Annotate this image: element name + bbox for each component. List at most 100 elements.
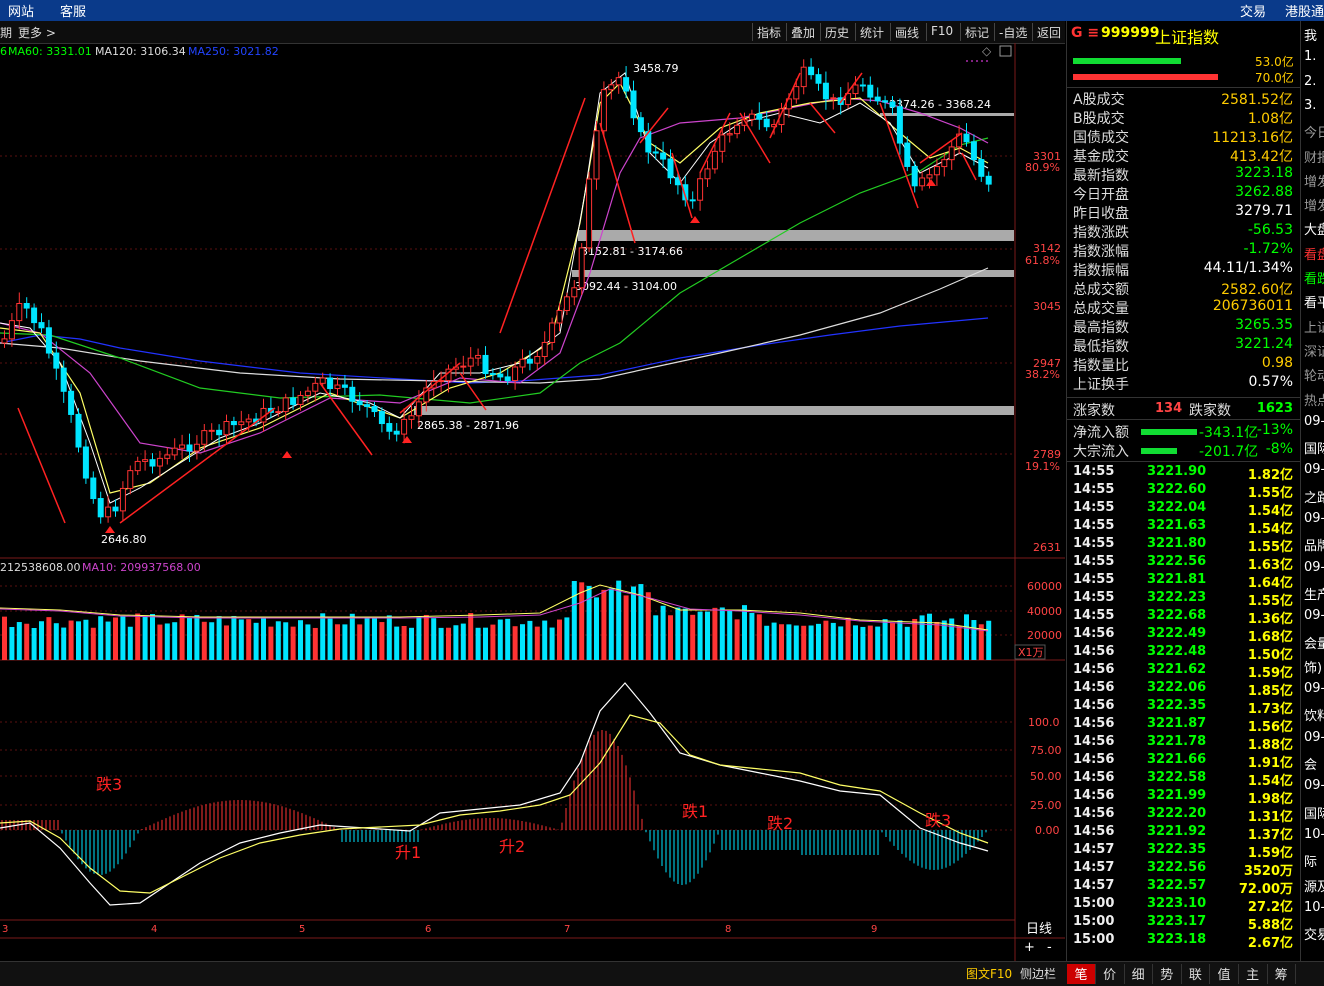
news-snippet[interactable]: 品牌 — [1304, 535, 1324, 554]
price-tick-pct: 38.2% — [1025, 368, 1060, 381]
draw-line-button[interactable]: 画线 — [890, 23, 923, 41]
volume-bar — [76, 621, 81, 660]
buy-power-bar — [1073, 58, 1181, 64]
volume-bar — [927, 613, 932, 660]
remove-watchlist-button[interactable]: -自选 — [994, 23, 1031, 41]
f10-text-button[interactable]: 图文F10 — [966, 965, 1012, 982]
news-snippet[interactable]: 热点 — [1304, 390, 1324, 409]
volume-bar — [312, 627, 318, 660]
news-snippet[interactable]: 3. — [1304, 98, 1316, 113]
news-snippet[interactable]: 09- — [1304, 778, 1324, 793]
vol-tick: 20000 — [1027, 629, 1062, 642]
macd-dif-line — [0, 682, 989, 906]
volume-bar — [764, 625, 770, 660]
zoom-out-button[interactable]: - — [1047, 940, 1052, 955]
kline-chart[interactable]: 6 MA60: 3331.01 MA120: 3106.34 MA250: 30… — [0, 43, 1065, 961]
statistics-button[interactable]: 统计 — [855, 23, 888, 41]
news-snippet[interactable]: 看平 — [1304, 292, 1324, 311]
f10-button[interactable]: F10 — [926, 23, 957, 41]
candle-body — [519, 358, 526, 368]
volume-bar — [113, 617, 118, 660]
diamond-icon[interactable]: ◇ — [982, 44, 992, 58]
news-snippet[interactable]: 1. — [1304, 49, 1316, 64]
tick-time: 14:56 — [1073, 662, 1115, 677]
news-snippet[interactable]: 会 — [1304, 754, 1317, 773]
tick-price: 3222.20 — [1147, 806, 1207, 821]
volume-bar — [61, 627, 67, 660]
zoom-in-button[interactable]: + — [1024, 940, 1035, 955]
back-button[interactable]: 返回 — [1032, 23, 1065, 41]
overlay-button[interactable]: 叠加 — [786, 23, 819, 41]
news-snippet[interactable]: 增发 — [1304, 195, 1324, 214]
mark-button[interactable]: 标记 — [960, 23, 993, 41]
news-snippet[interactable]: 09- — [1304, 681, 1324, 696]
window-toggle-icon[interactable] — [999, 45, 1012, 57]
sidebar-button[interactable]: 侧边栏 — [1020, 965, 1056, 982]
news-snippet[interactable]: 际 — [1304, 851, 1317, 870]
news-snippet[interactable]: 国际 — [1304, 438, 1324, 457]
news-snippet[interactable]: 10- — [1304, 900, 1324, 915]
candle-body — [319, 377, 326, 384]
news-snippet[interactable]: 2. — [1304, 74, 1316, 89]
panel-tab[interactable]: 细 — [1124, 964, 1154, 984]
news-snippet[interactable]: 生产 — [1304, 584, 1324, 603]
nav-service-link[interactable]: 客服 — [60, 1, 86, 20]
news-column[interactable]: 我1.2.3.今日财报增发增发大盘看盘看跌看平上证深证轮动热点09-国际09-之… — [1300, 21, 1324, 961]
panel-tab[interactable]: 价 — [1096, 964, 1125, 984]
news-snippet[interactable]: 国际 — [1304, 803, 1324, 822]
panel-tab[interactable]: 值 — [1210, 964, 1239, 984]
news-snippet[interactable]: 09- — [1304, 560, 1324, 575]
volume-bar — [357, 624, 363, 660]
news-snippet[interactable]: 看盘 — [1304, 244, 1324, 263]
news-snippet[interactable]: 09- — [1304, 414, 1324, 429]
news-snippet[interactable]: 增发 — [1304, 171, 1324, 190]
news-snippet[interactable]: 09- — [1304, 730, 1324, 745]
news-snippet[interactable]: 深证 — [1304, 341, 1324, 360]
indicator-button[interactable]: 指标 — [752, 23, 785, 41]
history-button[interactable]: 历史 — [820, 23, 853, 41]
candle-body — [652, 151, 659, 154]
panel-tab[interactable]: 联 — [1181, 964, 1211, 984]
news-snippet[interactable]: 09- — [1304, 511, 1324, 526]
tick-price: 3222.60 — [1147, 482, 1207, 497]
flow-value: -343.1亿 — [1199, 425, 1259, 441]
period-daily-label[interactable]: 日线 — [1026, 922, 1052, 937]
tick-volume: 1.85亿 — [1247, 684, 1293, 699]
nav-hkconnect-link[interactable]: 港股通 — [1285, 1, 1324, 20]
news-snippet[interactable]: 上证 — [1304, 317, 1324, 336]
quote-value: 3221.24 — [1235, 336, 1293, 352]
news-snippet[interactable]: 09- — [1304, 608, 1324, 623]
news-snippet[interactable]: 09- — [1304, 462, 1324, 477]
news-snippet[interactable]: 看跌 — [1304, 268, 1324, 287]
candle-body — [534, 356, 541, 364]
news-snippet[interactable]: 我 — [1304, 25, 1317, 44]
tick-volume: 1.68亿 — [1247, 630, 1293, 645]
news-snippet[interactable]: 会量 — [1304, 633, 1324, 652]
flow-pct: -8% — [1265, 441, 1293, 457]
news-snippet[interactable]: 今日 — [1304, 122, 1324, 141]
panel-tab[interactable]: 筹 — [1267, 964, 1297, 984]
tick-row: 14:56 3221.87 1.56亿 — [1067, 716, 1301, 735]
panel-tab[interactable]: 笔 — [1067, 964, 1096, 984]
candle-body — [356, 400, 363, 406]
news-snippet[interactable]: 10- — [1304, 827, 1324, 842]
volume-bar — [986, 620, 992, 660]
news-snippet[interactable]: 之路 — [1304, 487, 1324, 506]
volume-bar — [83, 619, 89, 660]
panel-tab[interactable]: 主 — [1239, 964, 1268, 984]
news-snippet[interactable]: 饰) — [1304, 657, 1322, 676]
news-snippet[interactable]: 大盘 — [1304, 219, 1324, 238]
zone4-label: 2865.38 - 2871.96 — [417, 419, 519, 432]
nav-trade-link[interactable]: 交易 — [1240, 1, 1266, 20]
news-snippet[interactable]: 财报 — [1304, 147, 1324, 166]
code-prefix[interactable]: G ≡ — [1071, 25, 1099, 41]
period-label[interactable]: 期 — [0, 24, 12, 41]
nav-website-link[interactable]: 网站 — [8, 1, 34, 20]
panel-tab[interactable]: 势 — [1153, 964, 1182, 984]
news-snippet[interactable]: 源及 — [1304, 876, 1324, 895]
news-snippet[interactable]: 交易 — [1304, 924, 1324, 943]
news-snippet[interactable]: 饮料 — [1304, 705, 1324, 724]
news-snippet[interactable]: 轮动 — [1304, 365, 1324, 384]
more-button[interactable]: 更多 > — [18, 24, 56, 41]
candle-body — [563, 296, 570, 312]
